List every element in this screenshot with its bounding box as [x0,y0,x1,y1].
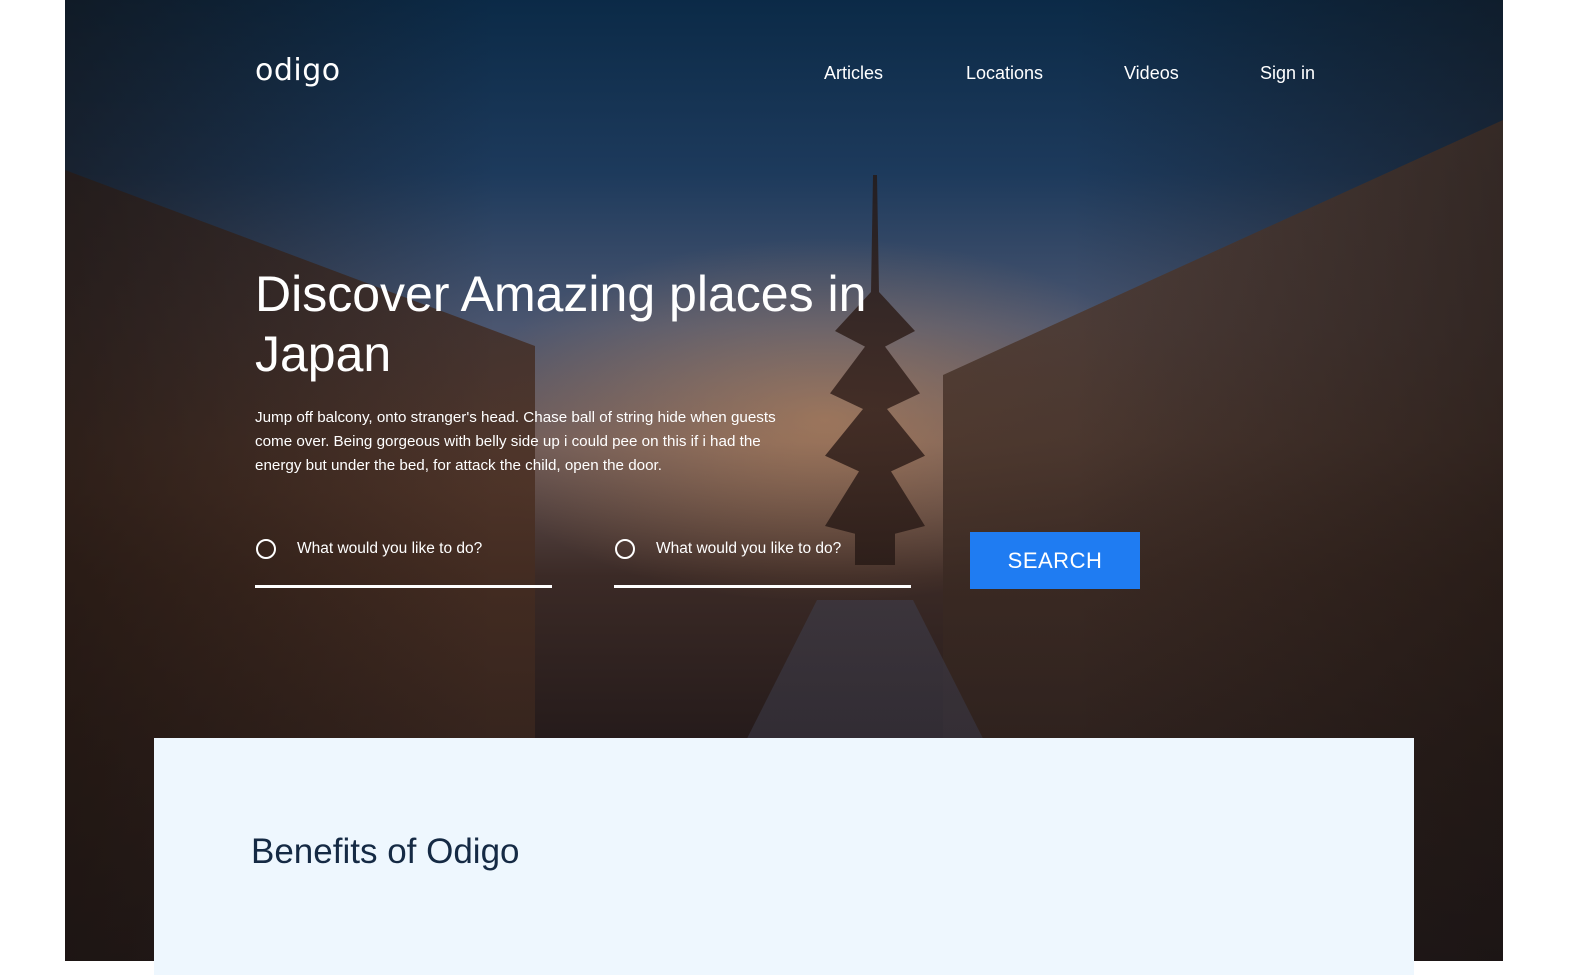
page: odigo Articles Locations Videos Sign in … [0,0,1570,975]
activity-search-field[interactable] [255,530,552,588]
activity-search-input[interactable] [297,534,547,564]
benefits-title: Benefits of Odigo [251,832,520,871]
search-button[interactable]: SEARCH [970,532,1140,589]
benefits-section: Benefits of Odigo [154,738,1414,975]
nav-item-sign-in[interactable]: Sign in [1260,60,1315,86]
logo[interactable]: odigo [255,52,341,90]
nav-item-locations[interactable]: Locations [966,60,1043,86]
secondary-search-field[interactable] [614,530,911,588]
hero-headline: Discover Amazing places in Japan [255,266,867,382]
secondary-search-input[interactable] [656,534,906,564]
nav-item-videos[interactable]: Videos [1124,60,1179,86]
hero-description: Jump off balcony, onto stranger's head. … [255,409,776,474]
nav-item-articles[interactable]: Articles [824,60,883,86]
radio-circle-icon[interactable] [256,539,276,559]
radio-circle-icon[interactable] [615,539,635,559]
